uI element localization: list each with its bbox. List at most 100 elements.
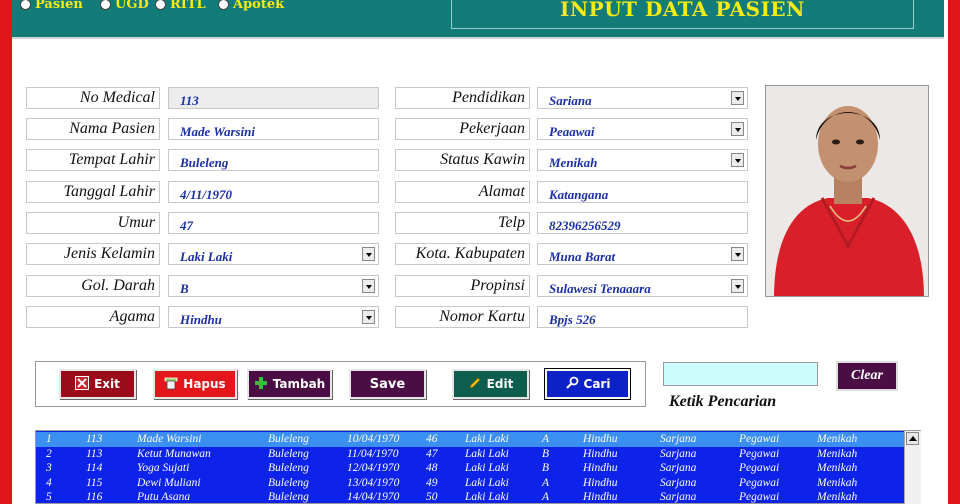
cell-pekerjaan: Pegawai bbox=[739, 447, 780, 460]
label-alamat: Alamat bbox=[395, 181, 530, 203]
cell-umur: 48 bbox=[426, 462, 438, 474]
dropdown-arrow-icon[interactable] bbox=[731, 122, 744, 136]
label-nama-pasien: Nama Pasien bbox=[26, 118, 160, 140]
status-kawin-select[interactable]: Menikah bbox=[537, 149, 748, 171]
dropdown-arrow-icon[interactable] bbox=[731, 279, 744, 293]
tambah-button[interactable]: Tambah bbox=[247, 369, 332, 399]
label-agama: Agama bbox=[26, 306, 160, 328]
cell-jenis-kelamin: Laki Laki bbox=[465, 476, 509, 489]
cell-tempat-lahir: Buleleng bbox=[268, 447, 309, 460]
cell-nama: Putu Asana bbox=[137, 491, 191, 503]
cell-pekerjaan: Pegawai bbox=[739, 476, 780, 489]
cell-agama: Hindhu bbox=[583, 447, 618, 460]
tanggal-lahir-field[interactable]: 4/11/1970 bbox=[168, 181, 379, 203]
dropdown-arrow-icon[interactable] bbox=[362, 247, 375, 261]
dropdown-arrow-icon[interactable] bbox=[731, 153, 744, 167]
exit-button[interactable]: Exit bbox=[59, 369, 136, 399]
patient-list[interactable]: 1 113 Made Warsini Buleleng 10/04/1970 46 Laki… bbox=[35, 430, 921, 504]
title-box: INPUT DATA PASIEN bbox=[451, 0, 914, 29]
select-value: Peaawai bbox=[549, 124, 595, 139]
table-row[interactable]: 1 113 Made Warsini Buleleng 10/04/1970 46 Laki… bbox=[36, 432, 904, 447]
cell-row-number: 5 bbox=[46, 491, 52, 503]
cell-tanggal-lahir: 10/04/1970 bbox=[347, 433, 400, 445]
cell-pendidikan: Sarjana bbox=[660, 462, 697, 474]
table-row[interactable]: 2 113 Ketut Munawan Buleleng 11/04/1970 47 Lak… bbox=[36, 447, 904, 462]
label-propinsi: Propinsi bbox=[395, 275, 530, 297]
cell-pendidikan: Sarjana bbox=[660, 491, 697, 503]
cell-tanggal-lahir: 13/04/1970 bbox=[347, 476, 400, 489]
save-button[interactable]: Save bbox=[349, 369, 426, 399]
label-status-kawin: Status Kawin bbox=[395, 149, 530, 171]
radio-selected-icon bbox=[20, 0, 31, 10]
radio-apotek[interactable]: Apotek bbox=[218, 0, 284, 12]
agama-select[interactable]: Hindhu bbox=[168, 306, 379, 328]
umur-field[interactable]: 47 bbox=[168, 212, 379, 234]
telp-field[interactable]: 82396256529 bbox=[537, 212, 748, 234]
select-value: Muna Barat bbox=[549, 249, 616, 264]
cell-agama: Hindhu bbox=[583, 491, 618, 503]
nomor-kartu-field[interactable]: Bpjs 526 bbox=[537, 306, 748, 328]
select-value: Menikah bbox=[549, 155, 598, 170]
scroll-up-icon[interactable] bbox=[906, 432, 919, 445]
cell-no-medical: 113 bbox=[86, 447, 103, 460]
radio-label: RITL bbox=[170, 0, 206, 12]
cell-pendidikan: Sarjana bbox=[660, 476, 697, 489]
kota-kabupaten-select[interactable]: Muna Barat bbox=[537, 243, 748, 265]
list-scrollbar[interactable] bbox=[904, 431, 921, 504]
search-input[interactable] bbox=[663, 362, 818, 386]
radio-icon bbox=[155, 0, 166, 10]
radio-pasien[interactable]: Pasien bbox=[20, 0, 83, 12]
no-medical-field[interactable]: 113 bbox=[168, 87, 379, 109]
cell-gol-darah: B bbox=[542, 447, 550, 460]
cell-umur: 50 bbox=[426, 491, 438, 503]
radio-ritl[interactable]: RITL bbox=[155, 0, 206, 12]
radio-label: Pasien bbox=[35, 0, 83, 12]
alamat-field[interactable]: Katangana bbox=[537, 181, 748, 203]
select-value: Sulawesi Tenaaara bbox=[549, 281, 651, 296]
cell-row-number: 4 bbox=[46, 476, 52, 489]
dropdown-arrow-icon[interactable] bbox=[362, 279, 375, 293]
clear-button[interactable]: Clear bbox=[836, 361, 898, 391]
cell-agama: Hindhu bbox=[583, 476, 618, 489]
cari-button[interactable]: Cari bbox=[544, 368, 631, 400]
gol-darah-select[interactable]: B bbox=[168, 275, 379, 297]
label-telp: Telp bbox=[395, 212, 530, 234]
propinsi-select[interactable]: Sulawesi Tenaaara bbox=[537, 275, 748, 297]
table-row[interactable]: 3 114 Yoga Sujati Buleleng 12/04/1970 48 Laki … bbox=[36, 461, 904, 476]
cell-umur: 47 bbox=[426, 447, 438, 460]
dropdown-arrow-icon[interactable] bbox=[362, 310, 375, 324]
pendidikan-select[interactable]: Sariana bbox=[537, 87, 748, 109]
header-bar: Pasien UGD RITL Apotek INPUT DATA PASIEN bbox=[12, 0, 944, 39]
select-value: Hindhu bbox=[180, 312, 222, 327]
radio-label: UGD bbox=[115, 0, 149, 12]
radio-ugd[interactable]: UGD bbox=[100, 0, 149, 12]
table-row[interactable]: 4 115 Dewi Muliani Buleleng 13/04/1970 49 Laki… bbox=[36, 476, 904, 491]
cell-nama: Ketut Munawan bbox=[137, 447, 211, 460]
label-jenis-kelamin: Jenis Kelamin bbox=[26, 243, 160, 265]
nama-pasien-field[interactable]: Made Warsini bbox=[168, 118, 379, 140]
search-icon bbox=[565, 376, 579, 393]
label-umur: Umur bbox=[26, 212, 160, 234]
radio-label: Apotek bbox=[233, 0, 285, 12]
tempat-lahir-field[interactable]: Buleleng bbox=[168, 149, 379, 171]
cell-pekerjaan: Pegawai bbox=[739, 462, 780, 474]
cell-row-number: 1 bbox=[46, 433, 52, 445]
radio-icon bbox=[100, 0, 111, 10]
dropdown-arrow-icon[interactable] bbox=[731, 247, 744, 261]
hapus-button[interactable]: Hapus bbox=[153, 369, 237, 399]
table-row[interactable]: 5 116 Putu Asana Buleleng 14/04/1970 50 Laki L… bbox=[36, 490, 904, 503]
cell-status-kawin: Menikah bbox=[817, 491, 858, 503]
jenis-kelamin-select[interactable]: Laki Laki bbox=[168, 243, 379, 265]
hapus-label: Hapus bbox=[183, 377, 226, 391]
pekerjaan-select[interactable]: Peaawai bbox=[537, 118, 748, 140]
radio-icon bbox=[218, 0, 229, 10]
cell-jenis-kelamin: Laki Laki bbox=[465, 447, 509, 460]
cell-jenis-kelamin: Laki Laki bbox=[465, 491, 509, 503]
dropdown-arrow-icon[interactable] bbox=[731, 91, 744, 105]
cell-status-kawin: Menikah bbox=[817, 447, 858, 460]
cell-status-kawin: Menikah bbox=[817, 462, 858, 474]
select-value: Laki Laki bbox=[180, 249, 233, 264]
edit-button[interactable]: Edit bbox=[452, 369, 529, 399]
page-title: INPUT DATA PASIEN bbox=[560, 0, 805, 21]
cell-tempat-lahir: Buleleng bbox=[268, 462, 309, 474]
